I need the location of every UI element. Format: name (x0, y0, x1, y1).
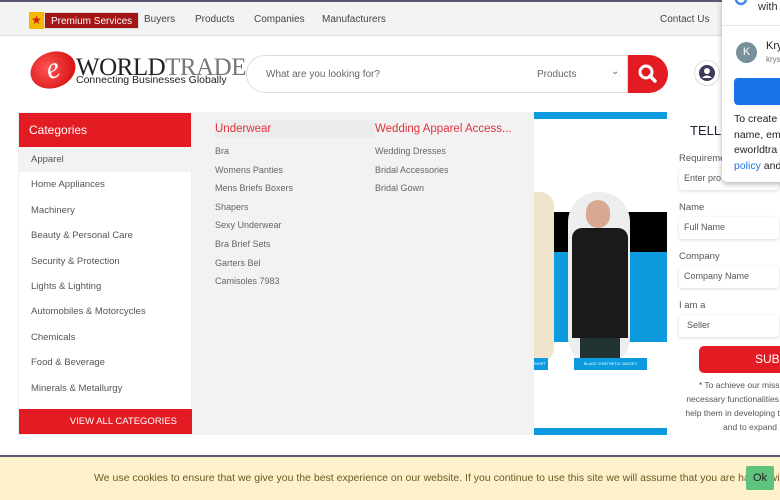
search-icon (638, 64, 657, 83)
nav-products[interactable]: Products (195, 14, 234, 25)
promo-banner[interactable]: BLACK SYNTHETIC JACKET SHIRT (534, 112, 667, 435)
nav-buyers[interactable]: Buyers (144, 14, 175, 25)
subcategory-link[interactable]: Bridal Accessories (375, 161, 525, 180)
name-input[interactable]: Full Name (679, 217, 779, 239)
view-all-categories-button[interactable]: VIEW ALL CATEGORIES (19, 409, 193, 434)
cookie-message: We use cookies to ensure that we give yo… (94, 472, 780, 484)
subcategory-link[interactable]: Mens Briefs Boxers (215, 179, 375, 198)
continue-as-button[interactable] (734, 78, 780, 105)
category-item[interactable]: Beauty & Personal Care (19, 223, 191, 248)
subcategory-link[interactable]: Wedding Dresses (375, 142, 525, 161)
role-select[interactable]: Seller (679, 315, 779, 337)
subcategory-title[interactable]: Wedding Apparel Access... (375, 120, 525, 138)
logo-e-icon: e (25, 45, 81, 95)
chevron-down-icon: ⌄ (611, 66, 620, 77)
subcategory-link[interactable]: Sexy Underwear (215, 216, 375, 235)
category-item[interactable]: Minerals & Metallurgy (19, 376, 191, 401)
category-item[interactable]: Apparel (19, 147, 191, 173)
submit-button[interactable]: SUBN (699, 346, 780, 373)
search-button[interactable] (628, 55, 668, 93)
category-item[interactable]: Food & Beverage (19, 350, 191, 375)
mega-menu: Underwear Bra Womens Panties Mens Briefs… (192, 112, 534, 435)
subcategory-title[interactable]: Underwear (215, 120, 375, 138)
privacy-policy-link[interactable]: policy (734, 160, 761, 172)
subcategory-link[interactable]: Shapers (215, 198, 375, 217)
subcategory-link[interactable]: Camisoles 7983 (215, 272, 375, 291)
subcategory-link[interactable]: Garters Bel (215, 254, 375, 273)
company-input[interactable]: Company Name (679, 266, 779, 288)
nav-companies[interactable]: Companies (254, 14, 305, 25)
category-item[interactable]: Home Appliances (19, 172, 191, 197)
category-item[interactable]: Security & Protection (19, 249, 191, 274)
premium-services-button[interactable]: ★ Premium Services (29, 12, 140, 29)
category-item[interactable]: Lights & Lighting (19, 274, 191, 299)
category-item[interactable]: Chemicals (19, 325, 191, 350)
nav-manufacturers[interactable]: Manufacturers (322, 14, 386, 25)
search-bar: What are you looking for? Products ⌄ (246, 55, 628, 93)
top-nav: ★ Premium Services Buyers Products Compa… (0, 0, 780, 36)
nav-contact-us[interactable]: Contact Us (660, 14, 709, 25)
star-icon: ★ (29, 12, 44, 29)
subcategory-link[interactable]: Bridal Gown (375, 179, 525, 198)
subcategory-link[interactable]: Bra (215, 142, 375, 161)
avatar: K (736, 42, 757, 63)
logo[interactable]: e WORLDTRADE Connecting Businesses Globa… (25, 45, 246, 95)
cookie-ok-button[interactable]: Ok (746, 466, 774, 490)
google-signin-popup: with K Kry krys To create name, em eworl… (722, 0, 780, 182)
category-item[interactable]: Machinery (19, 198, 191, 223)
categories-title: Categories (19, 113, 191, 147)
user-icon (699, 65, 715, 81)
account-button[interactable] (694, 60, 720, 86)
category-item[interactable]: Automobiles & Motorcycles (19, 299, 191, 324)
cookie-banner: We use cookies to ensure that we give yo… (0, 455, 780, 500)
categories-panel: Categories Apparel Home Appliances Machi… (18, 112, 193, 435)
subcategory-link[interactable]: Womens Panties (215, 161, 375, 180)
search-input[interactable]: What are you looking for? (266, 69, 380, 80)
subcategory-link[interactable]: Bra Brief Sets (215, 235, 375, 254)
search-category-select[interactable]: Products (537, 69, 576, 80)
google-icon (734, 0, 748, 6)
